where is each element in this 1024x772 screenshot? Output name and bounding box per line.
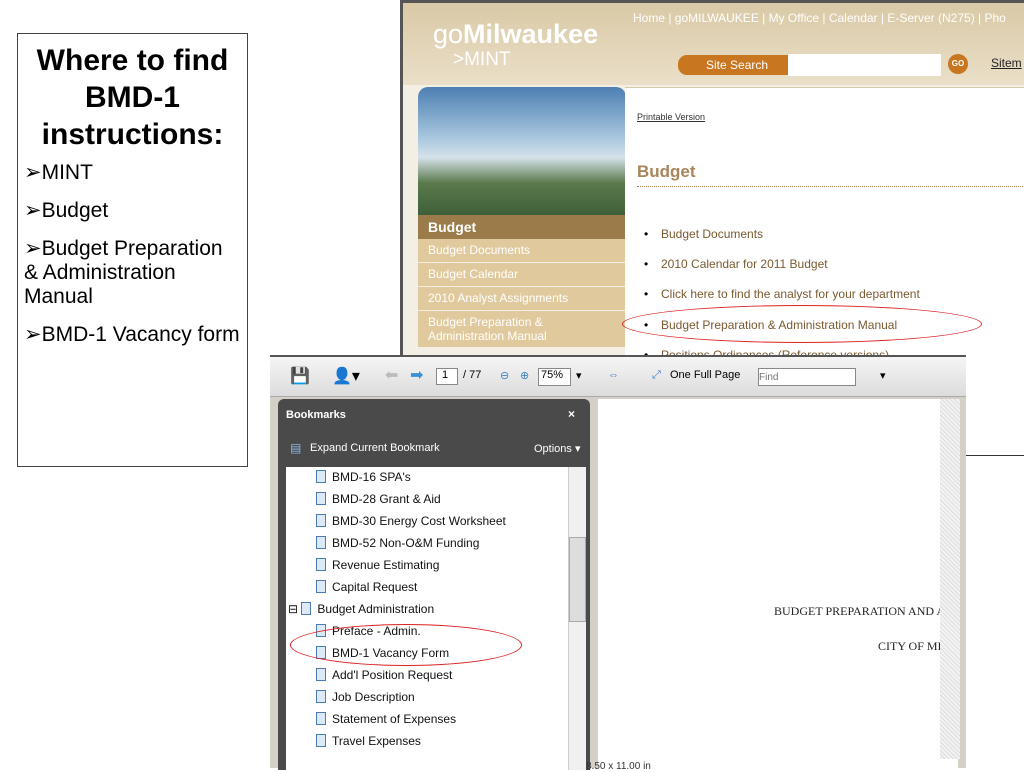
save-icon[interactable]: 💾 <box>290 366 310 386</box>
fit-page-icon[interactable]: ⤢ <box>652 369 661 382</box>
page-title: Budget <box>637 162 1024 187</box>
document-scrollbar[interactable] <box>940 399 960 759</box>
link-calendar[interactable]: 2010 Calendar for 2011 Budget <box>644 257 828 271</box>
bookmark-item[interactable]: Revenue Estimating <box>316 558 439 572</box>
fit-page-label[interactable]: One Full Page <box>670 369 740 381</box>
close-icon[interactable]: × <box>568 407 575 421</box>
bookmark-item[interactable]: BMD-28 Grant & Aid <box>316 492 441 506</box>
page-number-input[interactable]: 1 <box>436 368 458 385</box>
nav-heading[interactable]: Budget <box>418 215 626 239</box>
highlight-oval <box>290 624 522 666</box>
options-menu[interactable]: Options ▾ <box>534 442 581 455</box>
top-nav-links[interactable]: Home | goMILWAUKEE | My Office | Calenda… <box>633 11 1006 25</box>
bookmark-scrollbar[interactable] <box>568 467 586 770</box>
find-input[interactable] <box>758 368 856 386</box>
printable-version-link[interactable]: Printable Version <box>637 112 705 122</box>
sitemap-link[interactable]: Sitem <box>991 56 1022 70</box>
step: ➢BMD-1 Vacancy form <box>24 323 240 346</box>
step: ➢Budget Preparation & Administration Man… <box>24 237 223 308</box>
link-budget-documents[interactable]: Budget Documents <box>644 227 763 241</box>
bookmark-item[interactable]: Job Description <box>316 690 415 704</box>
link-analyst[interactable]: Click here to find the analyst for your … <box>644 287 920 301</box>
bookmark-tree: BMD-16 SPA's BMD-28 Grant & Aid BMD-30 E… <box>286 467 586 770</box>
zoom-out-icon[interactable]: ⊖ <box>500 369 509 382</box>
page-size: 8.50 x 11.00 in <box>586 761 651 772</box>
zoom-in-icon[interactable]: ⊕ <box>520 369 529 382</box>
bookmark-item[interactable]: Travel Expenses <box>316 734 421 748</box>
nav-item[interactable]: Budget Calendar <box>418 263 626 287</box>
bookmarks-panel: Bookmarks × ▤ Expand Current Bookmark Op… <box>278 399 590 770</box>
bookmark-item[interactable]: BMD-52 Non-O&M Funding <box>316 536 479 550</box>
nav-item[interactable]: 2010 Analyst Assignments <box>418 287 626 311</box>
bookmark-item[interactable]: ⊟ Budget Administration <box>288 602 434 616</box>
bookmark-item[interactable]: BMD-30 Energy Cost Worksheet <box>316 514 506 528</box>
divider <box>965 455 1024 456</box>
bookmark-item[interactable]: Add'l Position Request <box>316 668 452 682</box>
zoom-select[interactable]: 75% <box>538 368 571 386</box>
pdf-reader: 💾 👤▾ ⬅ ➡ 1 / 77 ⊖ ⊕ 75% ▾ ⇔ ⤢ One Full P… <box>270 355 966 772</box>
go-button[interactable]: GO <box>948 54 968 74</box>
fit-width-icon[interactable]: ⇔ <box>608 369 619 381</box>
instructions-box: Where to find BMD-1 instructions: ➢MINT … <box>17 33 248 467</box>
museum-photo <box>418 87 626 215</box>
toolbar: 💾 👤▾ ⬅ ➡ 1 / 77 ⊖ ⊕ 75% ▾ ⇔ ⤢ One Full P… <box>270 357 966 397</box>
find-dropdown-icon[interactable]: ▾ <box>880 369 886 382</box>
bookmark-item[interactable]: Statement of Expenses <box>316 712 456 726</box>
chevron-down-icon[interactable]: ▾ <box>576 369 582 382</box>
step: ➢MINT <box>24 161 93 184</box>
page-total: / 77 <box>463 369 482 381</box>
logo[interactable]: goMilwaukee >MINT <box>433 21 598 73</box>
doc-title: BUDGET PREPARATION AND A <box>774 604 946 618</box>
nav-item[interactable]: Budget Documents <box>418 239 626 263</box>
highlight-oval <box>622 305 982 343</box>
document-page: BUDGET PREPARATION AND A CITY OF MIL <box>598 399 958 770</box>
bookmark-item[interactable]: BMD-16 SPA's <box>316 470 411 484</box>
doc-subtitle: CITY OF MIL <box>878 639 949 653</box>
share-icon[interactable]: 👤▾ <box>332 366 360 386</box>
expand-current-bookmark[interactable]: Expand Current Bookmark <box>310 442 440 454</box>
expand-bookmark-icon[interactable]: ▤ <box>290 441 301 455</box>
bookmarks-title: Bookmarks <box>286 409 346 421</box>
site-search-input[interactable] <box>788 54 941 76</box>
nav-item[interactable]: Budget Preparation & Administration Manu… <box>418 311 626 348</box>
bookmark-item[interactable]: Capital Request <box>316 580 417 594</box>
instructions-title: Where to find BMD-1 instructions: <box>36 44 229 151</box>
step: ➢Budget <box>24 199 109 222</box>
next-page-icon[interactable]: ➡ <box>410 365 423 385</box>
prev-page-icon[interactable]: ⬅ <box>385 365 398 385</box>
site-search-label: Site Search <box>678 55 788 75</box>
